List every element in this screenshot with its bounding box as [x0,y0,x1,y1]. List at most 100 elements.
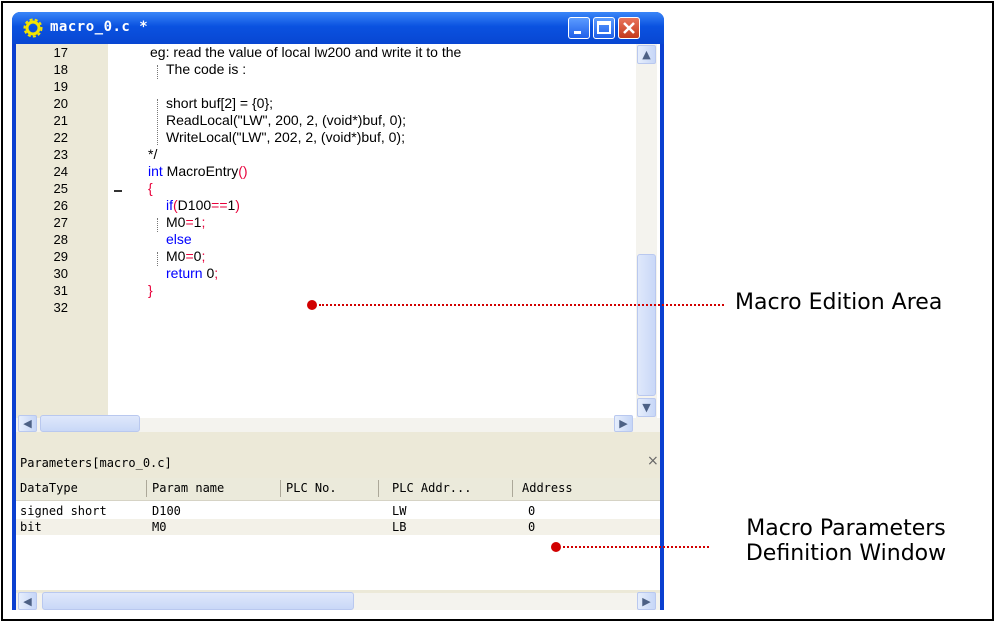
close-icon[interactable]: × [647,453,659,469]
column-header-address[interactable]: Address [522,481,573,495]
scroll-left-button[interactable]: ◀ [18,592,37,610]
code-line: else [166,231,192,247]
title-bar[interactable]: macro_0.c * [12,12,664,44]
fold-toggle-icon[interactable] [114,190,122,192]
minimize-button[interactable] [568,17,590,39]
code-identifier: D100 [177,197,212,213]
annotation-marker [307,300,317,310]
code-identifier: M0 [166,248,186,264]
line-number: 31 [53,283,68,298]
column-divider[interactable] [378,480,379,497]
line-number: 27 [53,215,68,230]
code-number: 0 [202,265,215,281]
editor-vertical-scrollbar[interactable]: ▲ ▼ [636,44,657,418]
code-semicolon: ; [214,265,219,281]
column-header-plc-addr[interactable]: PLC Addr... [392,481,471,495]
indent-guide [157,99,158,145]
code-line: if(D100==1) [166,197,240,213]
cell-address: 0 [528,504,536,518]
line-number: 32 [53,300,68,315]
indent-guide [157,65,158,79]
scroll-left-button[interactable]: ◀ [18,415,37,432]
editor-horizontal-scrollbar[interactable]: ◀ ▶ [16,415,660,432]
line-number: 18 [53,62,68,77]
horizontal-scroll-thumb[interactable] [42,592,354,610]
code-identifier: M0 [166,214,186,230]
horizontal-scroll-thumb[interactable] [40,415,140,432]
table-header: DataType Param name PLC No. PLC Addr... … [16,478,660,501]
chevron-right-icon: ▶ [642,594,651,608]
close-button[interactable] [618,17,640,39]
parameters-panel-title: Parameters[macro_0.c] [20,456,172,470]
cell-address: 0 [528,520,536,534]
scroll-right-button[interactable]: ▶ [614,415,633,432]
column-header-param-name[interactable]: Param name [152,481,224,495]
line-number: 28 [53,232,68,247]
cell-param-name: M0 [152,520,167,534]
macro-edition-area[interactable]: 17 18 19 20 21 22 23 24 25 26 27 28 29 3… [16,44,660,432]
code-keyword: int [148,163,163,179]
line-number: 25 [53,181,68,196]
code-operator: == [211,197,228,213]
line-number-gutter: 17 18 19 20 21 22 23 24 25 26 27 28 29 3… [16,44,122,432]
table-row[interactable]: signed short D100 LW 0 [16,503,660,519]
scroll-up-button[interactable]: ▲ [637,45,656,64]
column-header-plc-no[interactable]: PLC No. [286,481,337,495]
code-line: eg: read the value of local lw200 and wr… [150,44,462,60]
annotation-leader-line [563,546,709,548]
scroll-down-button[interactable]: ▼ [637,398,656,417]
line-number: 21 [53,113,68,128]
line-number: 19 [53,79,68,94]
line-number: 22 [53,130,68,145]
callout-macro-edition-area: Macro Edition Area [735,290,943,315]
line-number: 24 [53,164,68,179]
code-line: } [148,282,153,298]
annotation-leader-line [319,304,724,306]
cell-datatype: signed short [20,504,107,518]
chevron-left-icon: ◀ [23,417,32,430]
indent-guide [157,218,158,232]
chevron-right-icon: ▶ [619,417,628,430]
code-line: int MacroEntry() [148,163,248,179]
gear-icon [23,18,43,38]
cell-param-name: D100 [152,504,181,518]
code-semicolon: ; [201,248,206,264]
vertical-scroll-thumb[interactable] [637,254,656,396]
scroll-right-button[interactable]: ▶ [637,592,656,610]
code-operator: = [185,248,194,264]
callout-line: Definition Window [745,541,947,566]
code-keyword: if [166,197,173,213]
line-number: 29 [53,249,68,264]
column-header-datatype[interactable]: DataType [20,481,78,495]
code-line: M0=1; [166,214,205,230]
column-divider[interactable] [280,480,281,497]
code-line: WriteLocal("LW", 202, 2, (void*)buf, 0); [166,129,405,145]
maximize-icon [597,21,611,34]
chevron-up-icon: ▲ [642,48,651,61]
code-line: short buf[2] = {0}; [166,95,274,111]
table-row[interactable]: bit M0 LB 0 [16,519,660,535]
column-divider[interactable] [512,480,513,497]
cell-plc-addr: LB [392,520,407,534]
annotation-marker [551,542,561,552]
code-keyword: return [166,265,203,281]
code-line: */ [148,146,158,162]
line-number: 23 [53,147,68,162]
code-paren: ) [235,197,240,213]
macro-editor-window: macro_0.c * 17 18 19 20 21 22 23 24 25 2… [12,12,664,610]
maximize-button[interactable] [593,17,615,39]
parameters-horizontal-scrollbar[interactable]: ◀ ▶ [16,592,660,610]
cell-plc-addr: LW [392,504,407,518]
code-line: ReadLocal("LW", 200, 2, (void*)buf, 0); [166,112,407,128]
line-number: 20 [53,96,68,111]
code-operator: = [185,214,194,230]
line-number: 30 [53,266,68,281]
close-icon [623,22,635,34]
line-number: 17 [53,45,68,60]
window-client: 17 18 19 20 21 22 23 24 25 26 27 28 29 3… [16,44,660,610]
callout-macro-parameters: Macro Parameters Definition Window [716,516,976,566]
macro-parameters-table[interactable]: DataType Param name PLC No. PLC Addr... … [16,478,660,590]
code-identifier: MacroEntry [162,163,239,179]
code-paren: () [238,163,248,179]
column-divider[interactable] [146,480,147,497]
